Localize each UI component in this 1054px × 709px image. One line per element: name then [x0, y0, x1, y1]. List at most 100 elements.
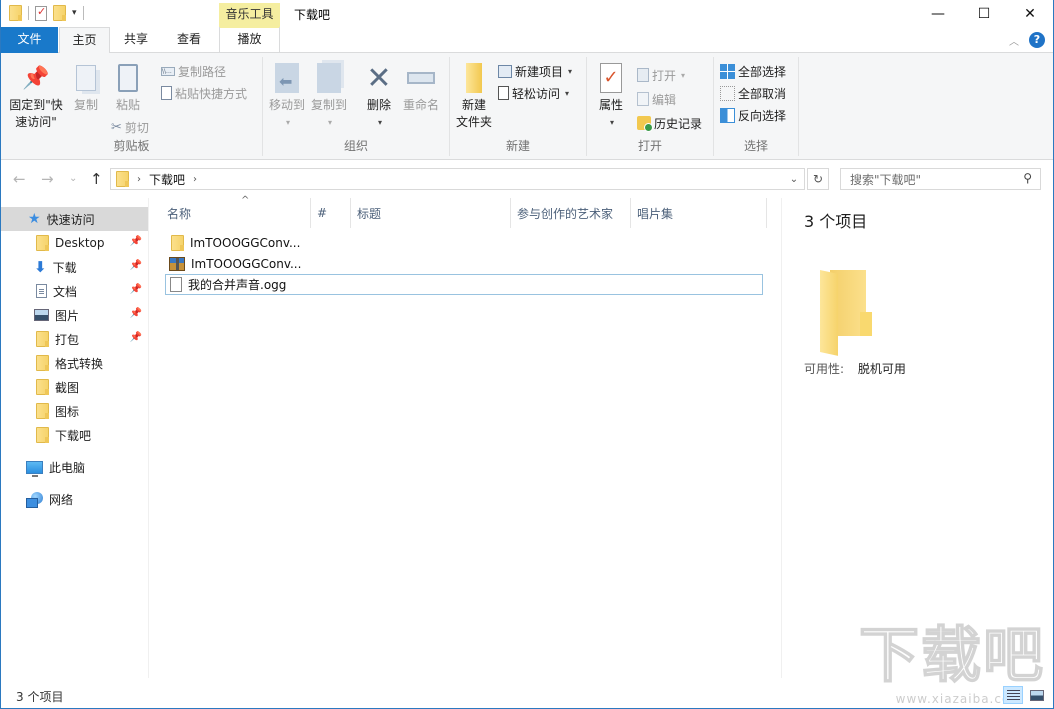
archive-icon	[169, 256, 185, 271]
sidebar-item-label: 文档	[53, 284, 78, 299]
history-button[interactable]: 历史记录	[637, 113, 702, 133]
ribbon: 📌 固定到"快 速访问" 复制 粘贴 \\... 复制路径 粘贴快捷方式 ✂ 剪…	[1, 53, 1053, 160]
column-header-contributing-artists[interactable]: 参与创作的艺术家	[511, 198, 631, 228]
address-bar[interactable]: › 下载吧 › ⌄	[110, 168, 805, 190]
pin-to-quick-access-button[interactable]: 📌 固定到"快 速访问"	[7, 61, 65, 131]
move-to-button[interactable]: ⬅ 移动到 ▾	[267, 61, 307, 131]
scissors-icon: ✂	[111, 119, 122, 135]
column-header-name[interactable]: ^ 名称	[161, 195, 311, 228]
open-group-label: 打开	[637, 139, 662, 153]
sidebar-item-label: 图片	[55, 308, 80, 323]
copy-label: 复制	[73, 98, 98, 112]
sidebar-item-quick-access[interactable]: ★ 快速访问	[1, 207, 148, 231]
maximize-button[interactable]: ☐	[961, 0, 1007, 27]
sidebar-item-xiazaiba[interactable]: 下载吧	[1, 423, 148, 447]
sidebar-item-icons[interactable]: 图标	[1, 399, 148, 423]
file-row[interactable]: ImTOOOGGConv...	[165, 232, 763, 253]
sidebar-item-this-pc[interactable]: 此电脑	[1, 455, 148, 479]
column-header-title[interactable]: 标题	[351, 198, 511, 228]
copy-path-button[interactable]: \\... 复制路径	[161, 61, 226, 81]
refresh-button[interactable]: ↻	[807, 168, 829, 190]
tab-view[interactable]: 查看	[166, 27, 212, 53]
sidebar-item-label: 下载	[52, 260, 77, 275]
select-none-button[interactable]: 全部取消	[720, 83, 786, 103]
recent-locations-button[interactable]: ⌄	[69, 173, 77, 184]
sidebar-item-network[interactable]: 网络	[1, 487, 148, 511]
breadcrumb-separator-icon[interactable]: ›	[137, 174, 141, 185]
edit-label: 编辑	[652, 92, 677, 107]
help-icon[interactable]: ?	[1029, 32, 1045, 48]
tab-share[interactable]: 共享	[113, 27, 159, 53]
sidebar-item-documents[interactable]: 文档 📌	[1, 279, 148, 303]
details-view-button[interactable]	[1003, 686, 1023, 704]
open-button[interactable]: 打开 ▾	[637, 65, 685, 85]
minimize-ribbon-icon[interactable]: ︿	[1009, 33, 1019, 48]
paste-shortcut-label: 粘贴快捷方式	[175, 86, 248, 101]
sidebar-item-desktop[interactable]: Desktop 📌	[1, 231, 148, 255]
status-bar: 3 个项目	[1, 684, 1053, 708]
delete-button[interactable]: ✕ 删除 ▾	[361, 61, 397, 131]
back-button[interactable]: ←	[13, 170, 26, 188]
large-icons-view-button[interactable]	[1027, 686, 1047, 704]
file-row[interactable]: 我的合并声音.ogg	[165, 274, 763, 295]
address-history-dropdown-icon[interactable]: ⌄	[784, 169, 804, 189]
edit-button[interactable]: 编辑	[637, 89, 676, 109]
copy-path-icon: \\...	[161, 66, 175, 76]
search-input[interactable]: 搜索"下载吧" ⚲	[840, 168, 1041, 190]
cut-button[interactable]: ✂ 剪切	[111, 117, 149, 137]
pin-icon[interactable]: 📌	[130, 260, 142, 271]
pin-icon[interactable]: 📌	[130, 284, 142, 295]
star-icon: ★	[28, 211, 41, 227]
file-name: ImTOOOGGConv...	[191, 256, 302, 271]
column-header-number[interactable]: #	[311, 198, 351, 228]
rename-button[interactable]: 重命名	[401, 61, 441, 114]
customize-toolbar-dropdown-icon[interactable]: ▾	[72, 8, 77, 18]
select-all-button[interactable]: 全部选择	[720, 61, 786, 81]
up-button[interactable]: ↑	[90, 170, 103, 188]
easy-access-button[interactable]: 轻松访问 ▾	[498, 83, 569, 103]
breadcrumb-separator-icon[interactable]: ›	[193, 174, 197, 185]
properties-label: 属性	[598, 98, 623, 112]
open-dropdown-icon: ▾	[681, 70, 686, 80]
tab-play[interactable]: 播放	[219, 27, 280, 53]
minimize-button[interactable]: —	[915, 0, 961, 27]
tab-home[interactable]: 主页	[59, 27, 110, 54]
pin-icon[interactable]: 📌	[130, 332, 142, 343]
copy-to-button[interactable]: 复制到 ▾	[309, 61, 349, 131]
paste-shortcut-button[interactable]: 粘贴快捷方式	[161, 83, 247, 103]
download-arrow-icon: ⬇	[34, 258, 47, 276]
properties-button[interactable]: ✓ 属性 ▾	[593, 61, 629, 131]
sidebar-item-label: 截图	[55, 380, 80, 395]
open-icon	[637, 68, 649, 82]
sidebar-item-pictures[interactable]: 图片 📌	[1, 303, 148, 327]
properties-check-icon: ✓	[600, 63, 622, 93]
pin-icon[interactable]: 📌	[130, 236, 142, 247]
availability-label: 可用性:	[804, 362, 845, 376]
sidebar-item-format-convert[interactable]: 格式转换	[1, 351, 148, 375]
sidebar-item-pack[interactable]: 打包 📌	[1, 327, 148, 351]
column-header-album[interactable]: 唱片集	[631, 198, 767, 228]
new-item-button[interactable]: 新建项目 ▾	[498, 61, 572, 81]
paste-button[interactable]: 粘贴	[111, 61, 145, 114]
search-icon[interactable]: ⚲	[1023, 171, 1032, 185]
new-folder-button[interactable]: 新建 文件夹	[454, 61, 494, 131]
divider	[28, 6, 29, 20]
file-row[interactable]: ImTOOOGGConv...	[165, 253, 763, 274]
sidebar-item-screenshots[interactable]: 截图	[1, 375, 148, 399]
forward-button[interactable]: →	[41, 170, 54, 188]
folder-icon[interactable]	[9, 5, 22, 21]
properties-icon[interactable]	[35, 5, 47, 21]
sidebar-item-downloads[interactable]: ⬇ 下载 📌	[1, 255, 148, 279]
pin-icon[interactable]: 📌	[130, 308, 142, 319]
breadcrumb-item[interactable]: 下载吧	[149, 171, 185, 188]
copy-to-dropdown-icon: ▾	[327, 118, 332, 127]
invert-selection-button[interactable]: 反向选择	[720, 105, 786, 125]
new-folder-icon[interactable]	[53, 5, 66, 21]
tab-file[interactable]: 文件	[1, 27, 58, 53]
navigation-pane: ★ 快速访问 Desktop 📌 ⬇ 下载 📌 文档 📌 图片 📌 打包 📌 格…	[1, 198, 149, 678]
open-label: 打开	[652, 68, 677, 83]
view-toggle	[1003, 686, 1047, 704]
copy-button[interactable]: 复制	[69, 61, 103, 114]
properties-dropdown-icon: ▾	[609, 118, 614, 127]
close-button[interactable]: ✕	[1007, 0, 1053, 27]
